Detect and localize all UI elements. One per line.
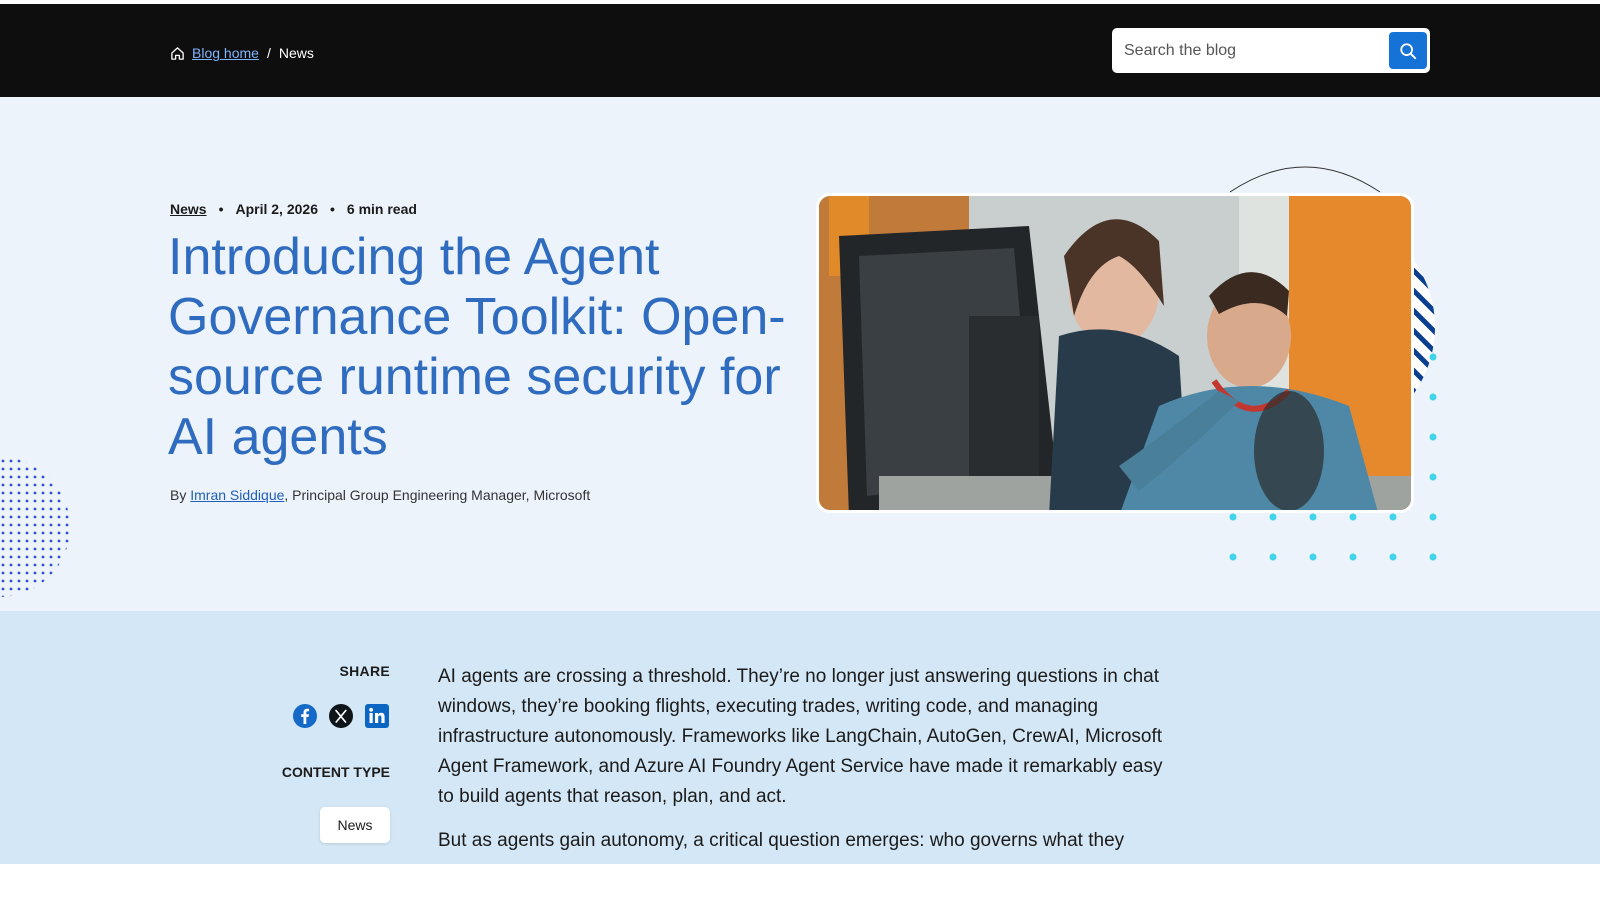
decorative-dot-pattern-left [0, 457, 70, 597]
breadcrumb-separator: / [266, 45, 271, 61]
hero-image [816, 193, 1414, 513]
content-type-tag[interactable]: News [320, 807, 390, 843]
article-body-section: SHARE CONTENT TYPE News AI agents are cr… [0, 611, 1600, 864]
meta-separator: • [329, 201, 335, 217]
byline: By Imran Siddique, Principal Group Engin… [170, 487, 590, 503]
search-icon [1400, 42, 1417, 59]
search-box [1112, 28, 1430, 73]
article-title: Introducing the Agent Governance Toolkit… [168, 228, 786, 466]
byline-prefix: By [170, 487, 191, 503]
linkedin-icon[interactable] [364, 703, 390, 729]
content-type-label: CONTENT TYPE [281, 764, 390, 780]
author-link[interactable]: Imran Siddique [190, 487, 284, 503]
article-paragraph: AI agents are crossing a threshold. They… [438, 666, 1163, 807]
top-bar: Blog home / News [0, 4, 1600, 97]
breadcrumb-blog-home-link[interactable]: Blog home [192, 45, 259, 61]
article-paragraph: But as agents gain autonomy, a critical … [438, 830, 1125, 851]
social-share-links [292, 703, 390, 729]
publish-date: April 2, 2026 [235, 201, 318, 217]
x-twitter-icon[interactable] [328, 703, 354, 729]
breadcrumb: Blog home / News [170, 45, 314, 61]
breadcrumb-current: News [278, 45, 314, 61]
search-input[interactable] [1112, 28, 1382, 73]
author-role: , Principal Group Engineering Manager, M… [284, 487, 591, 503]
home-icon [170, 46, 185, 61]
article-meta: News • April 2, 2026 • 6 min read [170, 201, 417, 217]
share-label: SHARE [339, 663, 390, 679]
read-time: 6 min read [346, 201, 417, 217]
category-link[interactable]: News [170, 201, 207, 217]
search-button[interactable] [1389, 32, 1427, 69]
meta-separator: • [218, 201, 224, 217]
facebook-icon[interactable] [292, 703, 318, 729]
hero-section: News • April 2, 2026 • 6 min read Introd… [0, 97, 1600, 611]
